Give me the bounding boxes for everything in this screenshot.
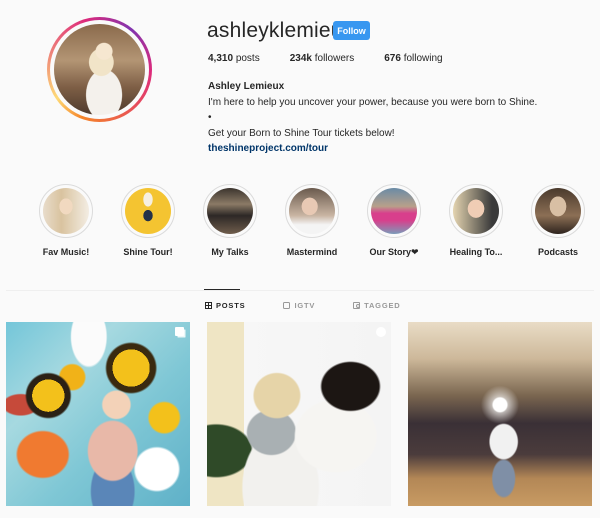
highlight-label: Fav Music! xyxy=(42,247,90,257)
profile-stats: 4,310 posts 234k followers 676 following xyxy=(208,53,473,64)
highlight-label: Shine Tour! xyxy=(123,247,173,257)
tab-posts[interactable]: POSTS xyxy=(205,301,245,310)
highlight-label: Podcasts xyxy=(537,247,579,257)
highlight-cover xyxy=(535,188,581,234)
highlight-label: My Talks xyxy=(211,247,249,257)
highlight-our-story[interactable]: Our Story❤ xyxy=(353,184,435,258)
highlight-cover xyxy=(453,188,499,234)
highlight-cover xyxy=(207,188,253,234)
tab-tagged[interactable]: TAGGED xyxy=(353,301,400,310)
follow-button[interactable]: Follow xyxy=(333,21,370,40)
posts-count: 4,310 posts xyxy=(208,53,260,64)
profile-website-link[interactable]: theshineproject.com/tour xyxy=(208,143,328,154)
profile-tabs: POSTS IGTV TAGGED xyxy=(205,301,438,310)
posts-grid xyxy=(6,322,600,506)
bio-line: I'm here to help you uncover your power,… xyxy=(208,96,538,108)
profile-avatar xyxy=(54,24,145,115)
post-thumbnail[interactable] xyxy=(6,322,190,506)
highlight-mastermind[interactable]: Mastermind xyxy=(271,184,353,258)
story-highlights: Fav Music! Shine Tour! My Talks Mastermi… xyxy=(25,184,599,258)
bio-line: • xyxy=(208,112,212,123)
igtv-icon xyxy=(283,302,291,309)
igtv-icon xyxy=(376,327,386,337)
highlight-cover xyxy=(125,188,171,234)
active-tab-indicator xyxy=(204,289,240,290)
post-thumbnail[interactable] xyxy=(207,322,391,506)
profile-bio: Ashley Lemieux I'm here to help you unco… xyxy=(208,79,537,157)
tagged-icon xyxy=(353,302,361,309)
following-count[interactable]: 676 following xyxy=(384,53,442,64)
highlight-cover xyxy=(371,188,417,234)
highlight-fav-music[interactable]: Fav Music! xyxy=(25,184,107,258)
tabs-divider xyxy=(6,290,594,291)
highlight-shine-tour[interactable]: Shine Tour! xyxy=(107,184,189,258)
post-thumbnail[interactable] xyxy=(408,322,592,506)
profile-full-name: Ashley Lemieux xyxy=(208,81,285,92)
multiple-photos-icon xyxy=(175,327,184,336)
profile-username: ashleyklemieux xyxy=(207,19,354,42)
highlight-label: Mastermind xyxy=(286,247,338,257)
highlight-cover xyxy=(289,188,335,234)
bio-line: Get your Born to Shine Tour tickets belo… xyxy=(208,127,395,139)
highlight-label: Healing To... xyxy=(449,247,503,257)
highlight-healing[interactable]: Healing To... xyxy=(435,184,517,258)
profile-avatar-story-ring[interactable] xyxy=(47,17,152,122)
followers-count[interactable]: 234k followers xyxy=(290,53,355,64)
highlight-podcasts[interactable]: Podcasts xyxy=(517,184,599,258)
highlight-my-talks[interactable]: My Talks xyxy=(189,184,271,258)
highlight-cover xyxy=(43,188,89,234)
highlight-label: Our Story❤ xyxy=(369,247,419,257)
tab-igtv[interactable]: IGTV xyxy=(283,301,315,310)
grid-icon xyxy=(205,302,212,309)
